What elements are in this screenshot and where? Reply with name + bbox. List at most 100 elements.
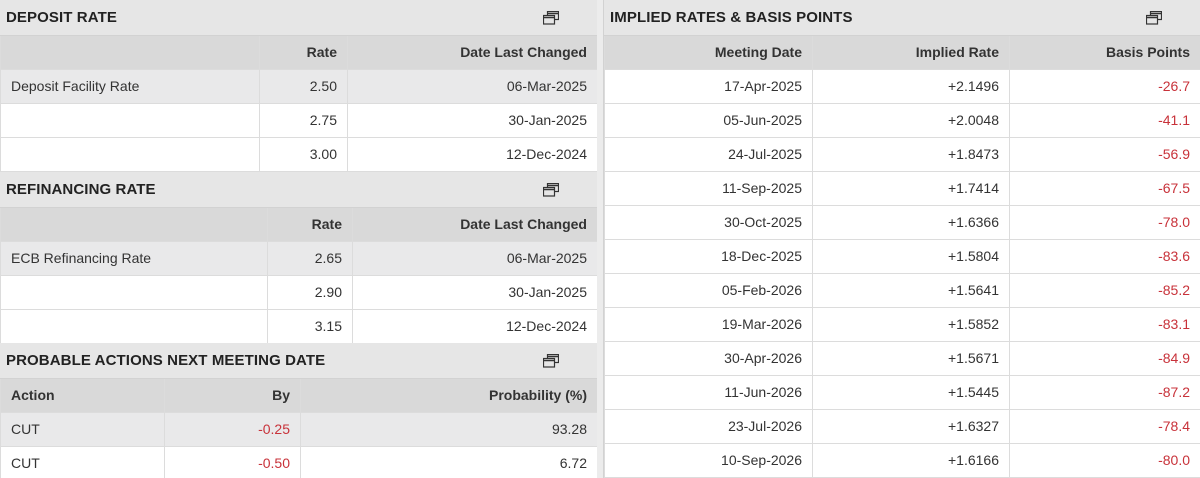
implied-rate: +1.5641 (812, 273, 1010, 308)
meeting-date: 11-Jun-2026 (604, 375, 813, 410)
column-header-probability[interactable]: Probability (%) (300, 379, 597, 413)
rate-name: ECB Refinancing Rate (0, 241, 268, 276)
implied-rate: +2.1496 (812, 69, 1010, 104)
table-row: 23-Jul-2026 +1.6327 -78.4 (604, 409, 1200, 444)
deposit-rate-header: DEPOSIT RATE (0, 0, 597, 36)
column-header-date[interactable]: Date Last Changed (347, 36, 597, 70)
column-header-meeting-date[interactable]: Meeting Date (604, 36, 813, 70)
basis-points: -26.7 (1009, 69, 1200, 104)
date-last-changed: 12-Dec-2024 (352, 309, 597, 343)
refinancing-rate-table: Rate Date Last Changed ECB Refinancing R… (0, 208, 597, 343)
table-row: 3.15 12-Dec-2024 (0, 309, 597, 343)
popout-window-icon[interactable] (1146, 10, 1164, 25)
column-header-implied-rate[interactable]: Implied Rate (812, 36, 1010, 70)
table-row: 11-Sep-2025 +1.7414 -67.5 (604, 171, 1200, 206)
implied-rate: +1.8473 (812, 137, 1010, 172)
meeting-date: 11-Sep-2025 (604, 171, 813, 206)
probability: 93.28 (300, 412, 597, 447)
basis-points: -78.4 (1009, 409, 1200, 444)
table-header-row: Meeting Date Implied Rate Basis Points (604, 36, 1200, 70)
table-row: 05-Feb-2026 +1.5641 -85.2 (604, 273, 1200, 308)
column-header-by[interactable]: By (164, 379, 301, 413)
by-value: -0.50 (164, 446, 301, 478)
probable-actions-panel: PROBABLE ACTIONS NEXT MEETING DATE Actio… (0, 343, 597, 478)
table-row: 10-Sep-2026 +1.6166 -80.0 (604, 443, 1200, 478)
probability: 6.72 (300, 446, 597, 478)
table-header-row: Rate Date Last Changed (0, 36, 597, 70)
implied-rate: +1.6327 (812, 409, 1010, 444)
action: CUT (0, 412, 165, 447)
implied-rate: +1.6166 (812, 443, 1010, 478)
rate-value: 2.50 (259, 69, 348, 104)
rate-name (0, 275, 268, 310)
table-row: 17-Apr-2025 +2.1496 -26.7 (604, 69, 1200, 104)
meeting-date: 05-Feb-2026 (604, 273, 813, 308)
basis-points: -83.1 (1009, 307, 1200, 342)
panel-title: PROBABLE ACTIONS NEXT MEETING DATE (6, 352, 326, 369)
popout-window-icon[interactable] (543, 182, 561, 197)
date-last-changed: 06-Mar-2025 (347, 69, 597, 104)
date-last-changed: 30-Jan-2025 (347, 103, 597, 138)
column-header[interactable] (0, 208, 268, 242)
column-header[interactable] (0, 36, 260, 70)
implied-rate: +1.5671 (812, 341, 1010, 376)
rate-value: 3.00 (259, 137, 348, 172)
table-row: Deposit Facility Rate 2.50 06-Mar-2025 (0, 69, 597, 104)
rate-value: 3.15 (267, 309, 353, 343)
meeting-date: 18-Dec-2025 (604, 239, 813, 274)
rate-name (0, 103, 260, 138)
meeting-date: 30-Oct-2025 (604, 205, 813, 240)
basis-points: -78.0 (1009, 205, 1200, 240)
basis-points: -85.2 (1009, 273, 1200, 308)
table-row: 3.00 12-Dec-2024 (0, 137, 597, 172)
popout-window-icon[interactable] (543, 353, 561, 368)
implied-rate: +1.6366 (812, 205, 1010, 240)
meeting-date: 19-Mar-2026 (604, 307, 813, 342)
refinancing-rate-panel: REFINANCING RATE Rate Date Last Changed … (0, 172, 597, 343)
panel-title: DEPOSIT RATE (6, 9, 117, 26)
implied-rate: +1.5852 (812, 307, 1010, 342)
deposit-rate-table: Rate Date Last Changed Deposit Facility … (0, 36, 597, 172)
basis-points: -41.1 (1009, 103, 1200, 138)
implied-rate: +1.7414 (812, 171, 1010, 206)
table-row: 30-Apr-2026 +1.5671 -84.9 (604, 341, 1200, 376)
table-row: 18-Dec-2025 +1.5804 -83.6 (604, 239, 1200, 274)
probable-actions-header: PROBABLE ACTIONS NEXT MEETING DATE (0, 343, 597, 379)
table-row: 2.90 30-Jan-2025 (0, 275, 597, 310)
basis-points: -67.5 (1009, 171, 1200, 206)
table-header-row: Action By Probability (%) (0, 379, 597, 413)
deposit-rate-panel: DEPOSIT RATE Rate Date Last Changed Depo… (0, 0, 597, 172)
column-header-rate[interactable]: Rate (267, 208, 353, 242)
implied-rate: +2.0048 (812, 103, 1010, 138)
table-row: 19-Mar-2026 +1.5852 -83.1 (604, 307, 1200, 342)
panel-title: REFINANCING RATE (6, 181, 156, 198)
date-last-changed: 12-Dec-2024 (347, 137, 597, 172)
implied-rates-table: Meeting Date Implied Rate Basis Points 1… (604, 36, 1200, 478)
meeting-date: 23-Jul-2026 (604, 409, 813, 444)
table-row: 2.75 30-Jan-2025 (0, 103, 597, 138)
implied-rate: +1.5445 (812, 375, 1010, 410)
popout-window-icon[interactable] (543, 10, 561, 25)
implied-rate: +1.5804 (812, 239, 1010, 274)
table-row: ECB Refinancing Rate 2.65 06-Mar-2025 (0, 241, 597, 276)
rate-name: Deposit Facility Rate (0, 69, 260, 104)
basis-points: -56.9 (1009, 137, 1200, 172)
table-row: CUT -0.25 93.28 (0, 412, 597, 447)
table-row: 30-Oct-2025 +1.6366 -78.0 (604, 205, 1200, 240)
table-row: CUT -0.50 6.72 (0, 446, 597, 478)
column-header-date[interactable]: Date Last Changed (352, 208, 597, 242)
meeting-date: 17-Apr-2025 (604, 69, 813, 104)
probable-actions-table: Action By Probability (%) CUT -0.25 93.2… (0, 379, 597, 478)
column-header-rate[interactable]: Rate (259, 36, 348, 70)
table-row: 11-Jun-2026 +1.5445 -87.2 (604, 375, 1200, 410)
meeting-date: 10-Sep-2026 (604, 443, 813, 478)
panel-title: IMPLIED RATES & BASIS POINTS (610, 9, 853, 26)
rate-name (0, 309, 268, 343)
meeting-date: 24-Jul-2025 (604, 137, 813, 172)
basis-points: -87.2 (1009, 375, 1200, 410)
date-last-changed: 06-Mar-2025 (352, 241, 597, 276)
implied-rates-panel: IMPLIED RATES & BASIS POINTS Meeting Dat… (603, 0, 1200, 478)
column-header-basis-points[interactable]: Basis Points (1009, 36, 1200, 70)
date-last-changed: 30-Jan-2025 (352, 275, 597, 310)
column-header-action[interactable]: Action (0, 379, 165, 413)
